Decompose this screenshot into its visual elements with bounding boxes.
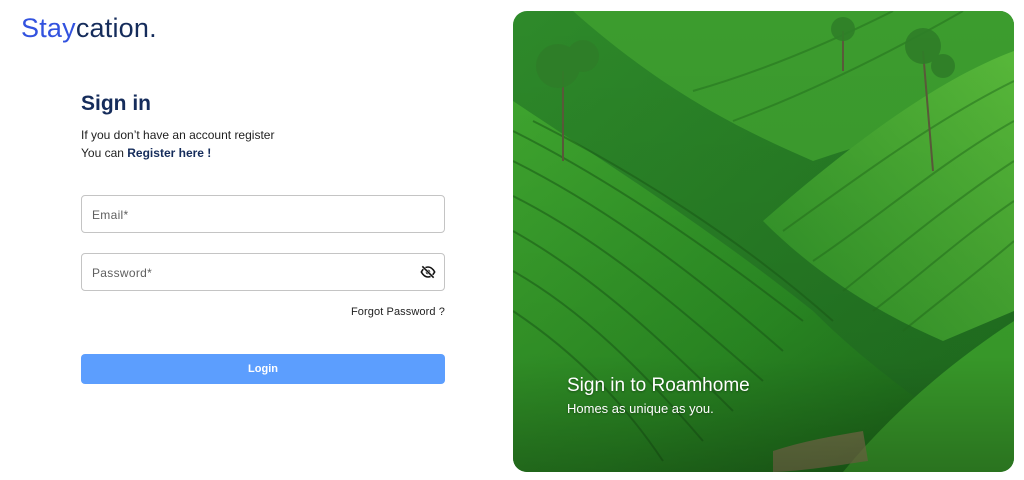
password-field[interactable]: Password*	[81, 253, 445, 291]
hero-image: Sign in to Roamhome Homes as unique as y…	[513, 11, 1014, 472]
logo-part-stay: Stay	[21, 13, 76, 43]
forgot-password-link[interactable]: Forgot Password ?	[351, 306, 445, 318]
eye-off-icon[interactable]	[420, 264, 436, 280]
logo[interactable]: Staycation.	[21, 12, 157, 44]
signin-form: Sign in If you don’t have an account reg…	[81, 92, 445, 384]
register-hint-prefix: You can	[81, 146, 128, 160]
logo-part-cation: cation.	[75, 13, 157, 43]
email-field[interactable]: Email*	[81, 195, 445, 233]
hero-title: Sign in to Roamhome	[567, 375, 750, 396]
page-title: Sign in	[81, 92, 151, 115]
email-placeholder: Email*	[92, 208, 129, 222]
register-link[interactable]: Register here !	[127, 146, 211, 160]
password-placeholder: Password*	[92, 266, 153, 280]
hero-subtitle: Homes as unique as you.	[567, 401, 714, 416]
login-button[interactable]: Login	[81, 354, 445, 384]
register-hint: If you don’t have an account register Yo…	[81, 126, 445, 162]
register-hint-line1: If you don’t have an account register	[81, 128, 275, 142]
